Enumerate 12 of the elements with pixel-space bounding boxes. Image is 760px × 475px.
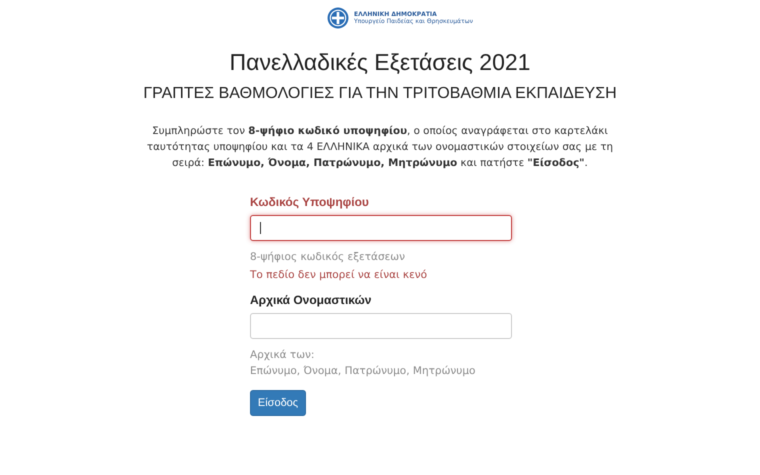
input-field[interactable]: [250, 215, 512, 241]
field-label: Αρχικά Ονομαστικών: [250, 293, 372, 307]
help-text: Αρχικά των:: [250, 348, 316, 362]
page-subtitle: ΓΡΑΠΤΕΣ ΒΑΘΜΟΛΟΓΙΕΣ ΓΙΑ ΤΗΝ ΤΡΙΤΟΒΑΘΜΙΑ ΕΚΠΑΙΔΕΥΣΗ: [143, 85, 617, 103]
field-label: Κωδικός Υποψηφίου: [250, 195, 370, 209]
emblem-icon: [326, 7, 349, 29]
page-title: Πανελλαδικές Εξετάσεις 2021: [230, 49, 530, 76]
help-text: 8-ψήφιος κωδικός εξετάσεων: [250, 250, 406, 264]
error-message: Το πεδίο δεν μπορεί να είναι κενό: [250, 269, 428, 281]
help-text: Επώνυμο, Όνομα, Πατρώνυμο, Μητρώνυμο: [250, 364, 476, 378]
submit-button[interactable]: Είσοδος: [250, 390, 306, 416]
instructions-text: Συμπληρώστε τον 8-ψήφιο κωδικό υποψηφίου, ο οποίος αναγράφεται στο καρτελάκι ταυτότητας υποψηφίου και τα 4 ΕΛΛΗΝΙΚΑ αρχικά των ονομαστικών στοιχείων σας με τη σειρά: Επώνυμο, Όνομα, Πατρώνυμο, Μητρώνυμο και πατήστε "Είσοδος".: [146, 124, 614, 171]
